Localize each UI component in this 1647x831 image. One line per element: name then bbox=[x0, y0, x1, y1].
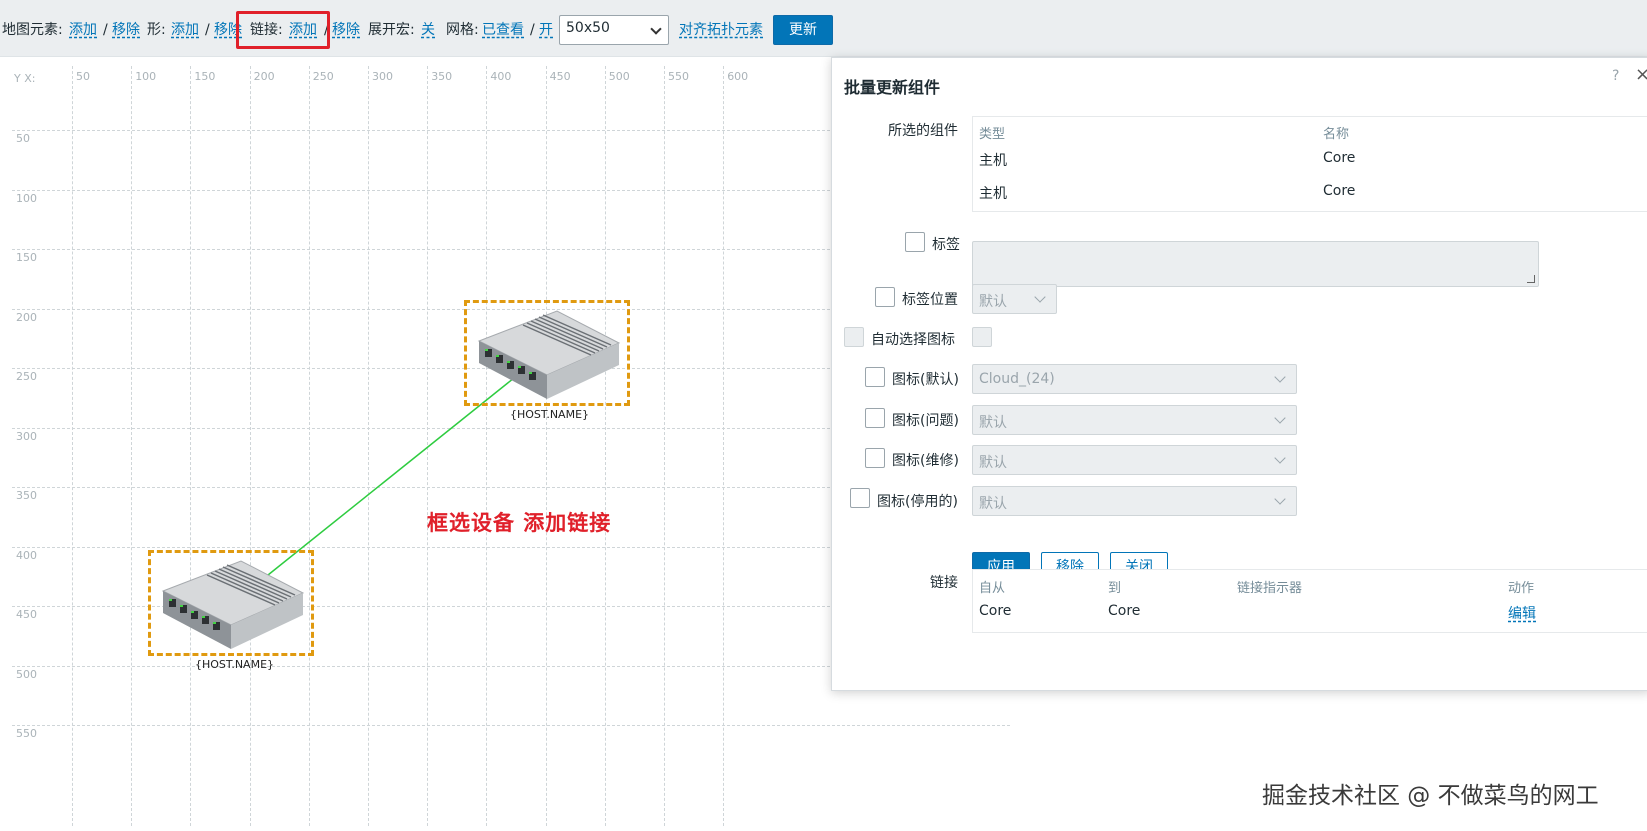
selected-elements-label: 所选的组件 bbox=[888, 123, 958, 139]
label-field-label: 标签 bbox=[932, 237, 960, 253]
switch-icon bbox=[161, 560, 305, 649]
expand-macros-label: 展开宏: bbox=[368, 22, 415, 38]
chevron-down-icon bbox=[1274, 412, 1286, 424]
separator: / bbox=[205, 22, 210, 38]
grid-on-toggle[interactable]: 开 bbox=[539, 20, 553, 40]
annotation-text: 框选设备 添加链接 bbox=[427, 511, 612, 535]
icon-disabled-checkbox[interactable] bbox=[850, 488, 870, 508]
auto-icon-checkbox[interactable] bbox=[844, 327, 864, 347]
align-elements-link[interactable]: 对齐拓扑元素 bbox=[679, 20, 763, 40]
host-name-label: {HOST.NAME} bbox=[195, 658, 275, 671]
label-position-checkbox[interactable] bbox=[875, 287, 895, 307]
highlight-annotation-box bbox=[236, 11, 330, 49]
close-icon[interactable]: × bbox=[1635, 64, 1647, 85]
host-name-label: {HOST.NAME} bbox=[510, 408, 590, 421]
icon-default-value: Cloud_(24) bbox=[979, 371, 1055, 387]
icon-problem-select[interactable]: 默认 bbox=[972, 405, 1297, 435]
icon-maintenance-select[interactable]: 默认 bbox=[972, 445, 1297, 475]
icon-default-label: 图标(默认) bbox=[892, 372, 959, 388]
chevron-down-icon bbox=[1034, 291, 1046, 303]
watermark-text: 掘金技术社区 @ 不做菜鸟的网工 bbox=[1262, 783, 1599, 809]
table-header-name: 名称 bbox=[1323, 127, 1350, 142]
grid-size-value: 50x50 bbox=[566, 20, 610, 36]
help-icon[interactable]: ? bbox=[1612, 68, 1619, 84]
links-label: 链接 bbox=[930, 575, 958, 591]
chevron-down-icon bbox=[1274, 452, 1286, 464]
links-header-to: 到 bbox=[1108, 581, 1122, 596]
icon-maintenance-checkbox[interactable] bbox=[865, 448, 885, 468]
resize-handle-icon[interactable] bbox=[1527, 275, 1535, 283]
link-remove-link[interactable]: 移除 bbox=[332, 20, 360, 40]
icon-problem-checkbox[interactable] bbox=[865, 408, 885, 428]
grid-size-select[interactable]: 50x50 bbox=[559, 15, 669, 45]
table-cell-name: Core bbox=[1323, 150, 1356, 166]
map-toolbar: 地图元素: 添加 / 移除 形: 添加 / 移除 链接: 添加 / 移除 展开宏… bbox=[0, 0, 1647, 57]
shape-add-link[interactable]: 添加 bbox=[171, 20, 199, 40]
update-button[interactable]: 更新 bbox=[773, 15, 833, 45]
icon-disabled-label: 图标(停用的) bbox=[877, 494, 958, 510]
map-element-add-link[interactable]: 添加 bbox=[69, 20, 97, 40]
label-checkbox[interactable] bbox=[905, 232, 925, 252]
links-header-from: 自从 bbox=[979, 581, 1006, 596]
label-position-select[interactable]: 默认 bbox=[972, 284, 1057, 314]
label-position-value: 默认 bbox=[979, 294, 1007, 310]
grid-shown-toggle[interactable]: 已查看 bbox=[482, 20, 524, 40]
table-header-type: 类型 bbox=[979, 127, 1006, 142]
grid-label: 网格: bbox=[446, 22, 479, 38]
table-cell-type: 主机 bbox=[979, 186, 1007, 202]
selected-elements-table: 类型 名称 主机 Core 主机 Core bbox=[972, 116, 1647, 212]
table-cell-name: Core bbox=[1323, 183, 1356, 199]
links-header-indicator: 链接指示器 bbox=[1237, 581, 1303, 596]
separator: / bbox=[103, 22, 108, 38]
expand-macros-toggle[interactable]: 关 bbox=[421, 20, 435, 40]
selected-host-box[interactable] bbox=[464, 300, 630, 406]
label-textarea[interactable] bbox=[972, 241, 1539, 287]
switch-icon bbox=[477, 310, 621, 399]
chevron-down-icon bbox=[650, 23, 662, 35]
links-header-action: 动作 bbox=[1508, 581, 1535, 596]
link-edit-link[interactable]: 编辑 bbox=[1508, 603, 1536, 623]
icon-disabled-value: 默认 bbox=[979, 496, 1007, 512]
mass-update-dialog: 批量更新组件 ? × 所选的组件 类型 名称 主机 Core 主机 Core 标… bbox=[831, 57, 1647, 691]
table-cell-type: 主机 bbox=[979, 153, 1007, 169]
auto-icon-label: 自动选择图标 bbox=[871, 332, 955, 348]
shape-label: 形: bbox=[147, 22, 166, 38]
icon-problem-value: 默认 bbox=[979, 415, 1007, 431]
separator: / bbox=[530, 22, 535, 38]
map-element-remove-link[interactable]: 移除 bbox=[112, 20, 140, 40]
link-from-cell: Core bbox=[979, 603, 1012, 619]
links-table: 自从 到 链接指示器 动作 Core Core 编辑 bbox=[972, 569, 1647, 633]
icon-default-select[interactable]: Cloud_(24) bbox=[972, 364, 1297, 394]
auto-icon-value-checkbox[interactable] bbox=[972, 327, 992, 347]
chevron-down-icon bbox=[1274, 493, 1286, 505]
selected-host-box[interactable] bbox=[148, 550, 314, 656]
link-to-cell: Core bbox=[1108, 603, 1141, 619]
icon-problem-label: 图标(问题) bbox=[892, 413, 959, 429]
icon-default-checkbox[interactable] bbox=[865, 367, 885, 387]
map-elements-label: 地图元素: bbox=[2, 22, 63, 38]
icon-maintenance-value: 默认 bbox=[979, 455, 1007, 471]
icon-disabled-select[interactable]: 默认 bbox=[972, 486, 1297, 516]
chevron-down-icon bbox=[1274, 371, 1286, 383]
label-position-label: 标签位置 bbox=[902, 292, 958, 308]
dialog-title: 批量更新组件 bbox=[844, 78, 941, 97]
icon-maintenance-label: 图标(维修) bbox=[892, 453, 959, 469]
